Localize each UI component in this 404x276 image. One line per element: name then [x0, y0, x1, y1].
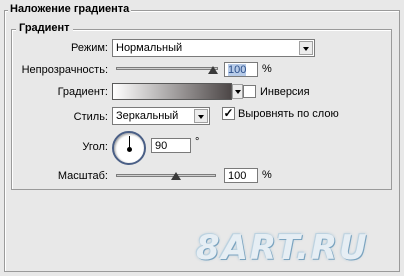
angle-dial-hub	[127, 147, 132, 152]
align-with-layer-checkbox[interactable]: ✓	[222, 107, 235, 120]
align-with-layer-label: Выровнять по слою	[238, 108, 339, 120]
scale-input[interactable]: 100	[224, 168, 258, 183]
panel-title: Наложение градиента	[8, 3, 132, 15]
angle-input[interactable]: 90	[151, 138, 191, 153]
chevron-down-icon[interactable]	[299, 41, 313, 55]
gradient-label: Градиент:	[57, 86, 108, 98]
opacity-slider-track[interactable]	[116, 67, 218, 70]
angle-dial[interactable]	[112, 131, 146, 165]
style-label: Стиль:	[73, 111, 108, 123]
opacity-unit: %	[262, 63, 272, 75]
angle-label: Угол:	[82, 141, 108, 153]
gradient-swatch[interactable]	[112, 83, 243, 100]
blend-mode-select[interactable]: Нормальный	[112, 39, 315, 57]
invert-label: Инверсия	[260, 86, 310, 98]
scale-slider-track[interactable]	[116, 174, 216, 177]
group-title: Градиент	[16, 22, 73, 34]
scale-label: Масштаб:	[57, 170, 108, 182]
style-select[interactable]: Зеркальный	[112, 107, 210, 125]
mode-label: Режим:	[71, 42, 108, 54]
angle-unit: °	[195, 136, 200, 148]
opacity-slider-thumb[interactable]	[208, 66, 218, 74]
style-value: Зеркальный	[116, 110, 179, 122]
scale-slider-thumb[interactable]	[171, 172, 181, 180]
chevron-down-icon[interactable]	[194, 109, 208, 123]
scale-unit: %	[262, 169, 272, 181]
checkmark-icon: ✓	[223, 106, 234, 120]
blend-mode-value: Нормальный	[116, 42, 183, 54]
invert-checkbox[interactable]	[243, 85, 256, 98]
opacity-input[interactable]: 100	[224, 62, 258, 77]
chevron-down-icon[interactable]	[232, 84, 243, 99]
opacity-label: Непрозрачность:	[21, 64, 108, 76]
watermark-logo: 8ART.RU	[196, 228, 369, 268]
